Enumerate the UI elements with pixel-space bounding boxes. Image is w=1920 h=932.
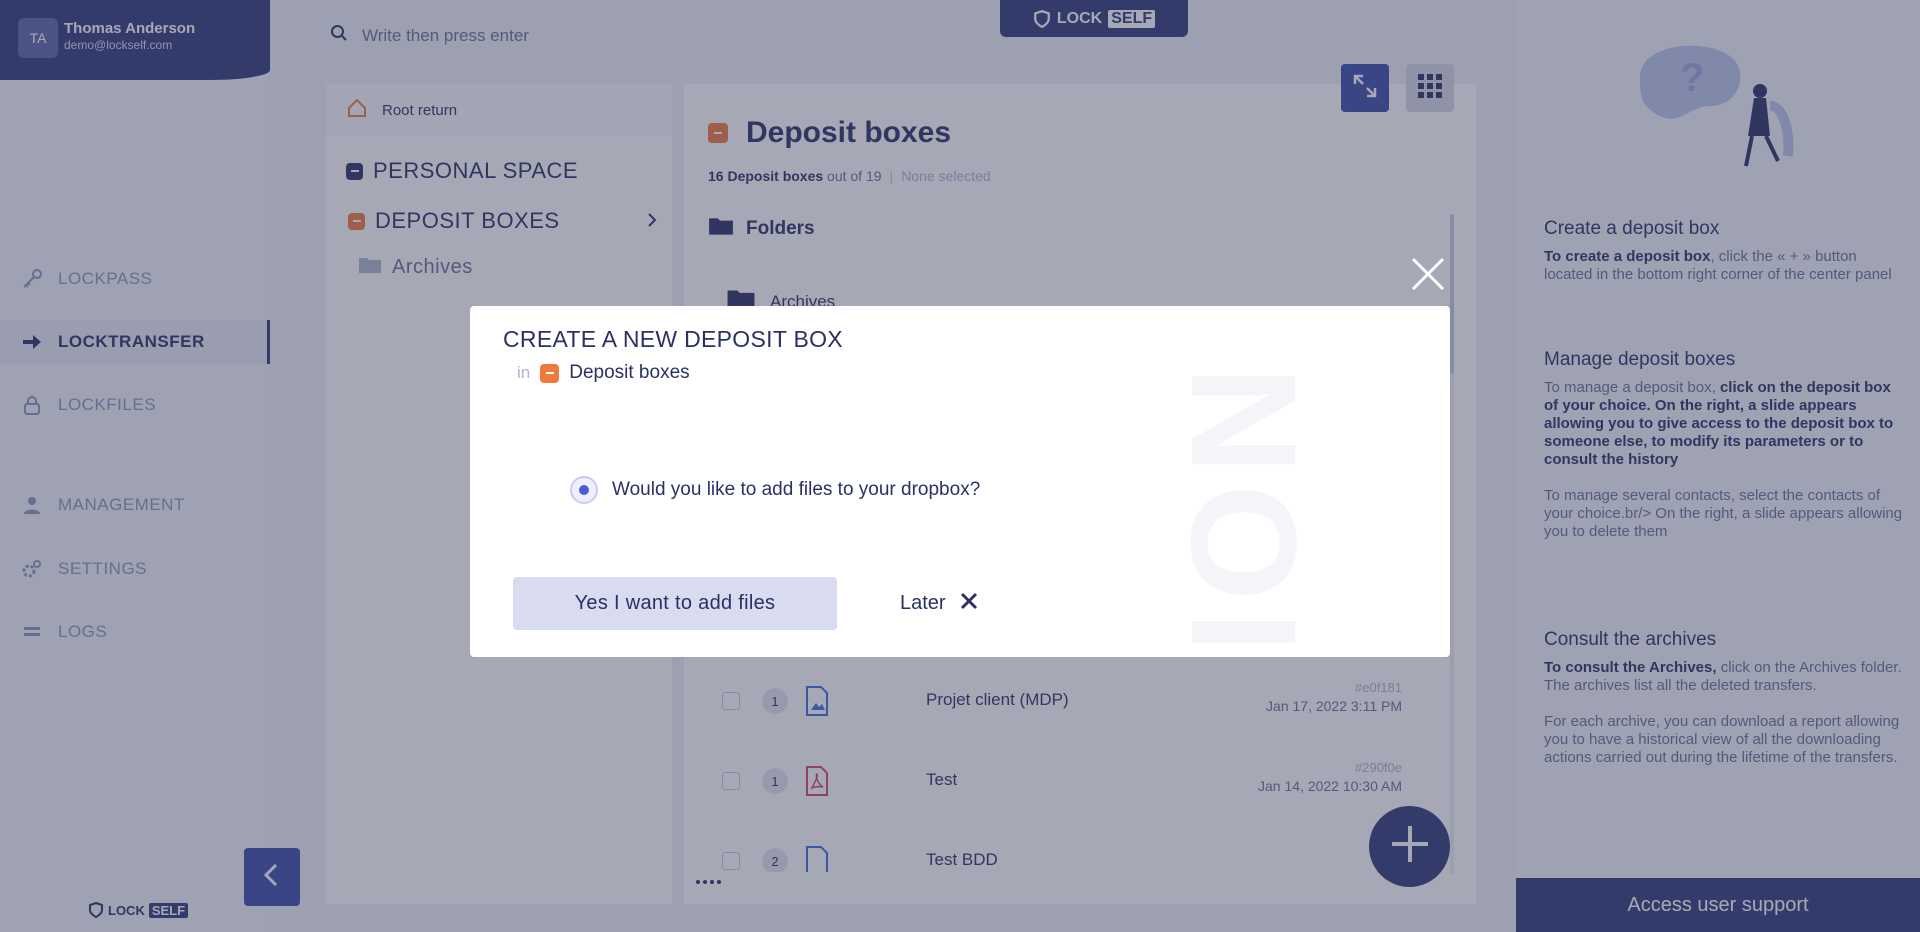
later-label: Later xyxy=(900,592,946,614)
add-files-radio[interactable] xyxy=(570,476,598,504)
close-icon xyxy=(960,592,978,616)
location-prefix: in xyxy=(517,363,531,382)
create-deposit-box-modal: NOIT CREATE A NEW DEPOSIT BOX in Deposit… xyxy=(470,306,1450,657)
location-destination: Deposit boxes xyxy=(569,362,690,383)
add-files-question: Would you like to add files to your drop… xyxy=(612,479,981,500)
add-files-option[interactable]: Would you like to add files to your drop… xyxy=(570,476,980,504)
deposit-box-icon xyxy=(540,363,560,383)
later-button[interactable]: Later xyxy=(900,577,978,630)
close-icon xyxy=(1411,257,1445,296)
modal-location: in Deposit boxes xyxy=(517,362,690,384)
modal-title: CREATE A NEW DEPOSIT BOX xyxy=(503,326,843,352)
close-modal-button[interactable] xyxy=(1408,256,1448,296)
add-files-button[interactable]: Yes I want to add files xyxy=(513,577,837,630)
modal-watermark: NOIT xyxy=(1160,366,1328,657)
